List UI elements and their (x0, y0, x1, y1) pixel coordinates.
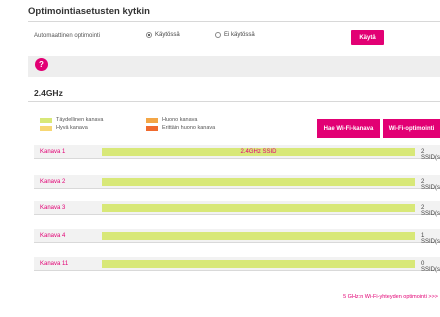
legend-poor-label: Huono kanava (162, 117, 198, 123)
channel-quality-bar (102, 204, 415, 212)
legend-very-poor: Erittäin huono kanava (146, 125, 215, 131)
channel-name: Kanava 11 (40, 260, 69, 267)
channel-ssid-count: 0 SSID(s) (421, 260, 440, 273)
channel-ssid-count: 2 SSID(s) (421, 178, 440, 191)
channel-name: Kanava 2 (40, 178, 66, 185)
band-title: 2.4GHz (34, 88, 63, 98)
channel-row: Kanava 4 1 SSID(s) (34, 229, 440, 245)
optimize-5ghz-link[interactable]: 5 GHz:n Wi-Fi-yhteyden optimointi >>> (343, 294, 438, 300)
channel-row: Kanava 2 2 SSID(s) (34, 175, 440, 191)
radio-off-indicator[interactable] (215, 32, 221, 38)
divider (28, 101, 440, 102)
channel-ssid-count: 2 SSID(s) (421, 204, 440, 217)
channel-row: Kanava 11 0 SSID(s) (34, 257, 440, 273)
radio-option-off[interactable]: Ei käytössä (215, 32, 255, 38)
channel-bar-label: 2.4GHz SSID (240, 148, 277, 155)
legend-poor: Huono kanava (146, 117, 197, 123)
channel-quality-bar: 2.4GHz SSID (102, 148, 415, 156)
help-bar (28, 56, 440, 77)
channel-quality-bar (102, 260, 415, 268)
channel-name: Kanava 4 (40, 232, 66, 239)
radio-on-indicator[interactable] (146, 32, 152, 38)
help-icon[interactable]: ? (35, 58, 48, 71)
radio-off-label: Ei käytössä (224, 32, 255, 38)
channel-ssid-count: 2 SSID(s) (421, 148, 440, 161)
legend-good-label: Hyvä kanava (56, 125, 88, 131)
channel-row: Kanava 1 2.4GHz SSID 2 SSID(s) (34, 145, 440, 161)
legend-poor-swatch (146, 117, 158, 123)
optimization-section-title: Optimointiasetusten kytkin (28, 6, 150, 17)
channel-ssid-count: 1 SSID(s) (421, 232, 440, 245)
legend-perfect: Täydellinen kanava (40, 117, 103, 123)
legend-good-swatch (40, 125, 52, 131)
legend-good: Hyvä kanava (40, 125, 88, 131)
legend-very-poor-label: Erittäin huono kanava (162, 125, 216, 131)
channel-name: Kanava 1 (40, 148, 66, 155)
legend-perfect-swatch (40, 117, 52, 123)
legend-very-poor-swatch (146, 125, 158, 131)
divider (28, 21, 440, 22)
channel-name: Kanava 3 (40, 204, 66, 211)
apply-button[interactable]: Käytä (351, 30, 384, 45)
channel-quality-bar (102, 178, 415, 186)
search-wifi-channel-button[interactable]: Hae Wi-Fi-kanava (317, 119, 380, 138)
radio-option-on[interactable]: Käytössä (146, 32, 180, 38)
legend-perfect-label: Täydellinen kanava (56, 117, 104, 123)
channel-quality-bar (102, 232, 415, 240)
channel-row: Kanava 3 2 SSID(s) (34, 201, 440, 217)
radio-on-label: Käytössä (155, 32, 180, 38)
wifi-optimize-button[interactable]: Wi-Fi-optimointi (383, 119, 440, 138)
auto-optimization-label: Automaattinen optimointi (34, 33, 101, 39)
